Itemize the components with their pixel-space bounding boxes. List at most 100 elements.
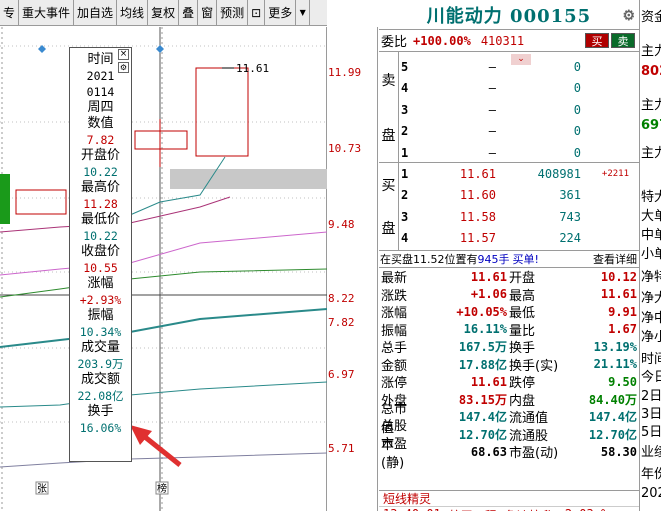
level-price: – [488, 102, 496, 117]
stat-row: 总手 167.5万 换手 13.19% [379, 338, 639, 357]
stat-key: 涨幅 [381, 306, 408, 322]
order-alert-volume: 945手 [477, 253, 510, 266]
weibi-row: 委比 +100.00% 410311 买 卖 [379, 30, 639, 52]
fund-flow-item: 时间 [641, 352, 661, 367]
toolbar-button-0[interactable]: 专 [0, 0, 20, 25]
settings-icon[interactable]: ⚙ [118, 62, 129, 73]
stat-value: 68.63 [470, 444, 507, 459]
candle-red [15, 189, 67, 215]
stock-title: 川能动力 000155 ⚙ [379, 0, 639, 30]
stat-key: 振幅 [381, 323, 408, 339]
level-volume: 0 [573, 124, 581, 139]
bottom-marker-label: 张 [37, 483, 47, 495]
level-number: 3 [401, 102, 409, 117]
chevron-down-icon[interactable]: ⌄ [511, 54, 531, 65]
price-axis-label: 7.82 [328, 316, 355, 329]
sell-level-row[interactable]: 5 – 0 [379, 56, 639, 78]
sell-level-row[interactable]: 1 – 0 [379, 142, 639, 164]
stat-value: 9.91 [608, 304, 637, 319]
buy-level-row[interactable]: 1 11.61 408981 +2211 [379, 163, 639, 185]
toolbar-button-3[interactable]: 均线 [117, 0, 149, 25]
price-axis-label: 11.99 [328, 66, 362, 79]
buy-level-row[interactable]: 4 11.57 224 [379, 228, 639, 250]
toolbar-button-8[interactable]: ⊡ [248, 0, 266, 25]
buy-book: 买盘 1 11.61 408981 +2211 2 11.60 361 3 11.58 743 4 1… [379, 163, 639, 251]
stat-key: 流通值 [509, 411, 549, 427]
weibi-percent: +100.00% [413, 33, 471, 48]
stat-value: 9.50 [608, 374, 637, 389]
fund-flow-panel: 资金主力 802 主力 697 主力特大大单中单小单净特净大净中净小时间今日 2日 3日 5日… [639, 0, 661, 511]
stat-key: 内盘 [509, 393, 536, 409]
stat-value: 83.15万 [458, 392, 507, 407]
ma-line-purple [0, 231, 327, 276]
ma-line-green [0, 268, 327, 298]
level-price: – [488, 124, 496, 139]
fund-flow-item: 小单 [641, 247, 661, 262]
kline-canvas: 11.61 张 榜 [0, 27, 327, 511]
stat-value: 58.30 [600, 444, 637, 459]
buy-level-row[interactable]: 2 11.60 361 [379, 185, 639, 207]
sell-button[interactable]: 卖 [611, 33, 635, 48]
stat-value: 11.61 [470, 374, 507, 389]
sell-level-row[interactable]: 4 – 0 [379, 78, 639, 100]
close-icon[interactable]: × [118, 49, 129, 60]
quote-panel: 川能动力 000155 ⚙ 委比 +100.00% 410311 买 卖 卖盘 … [379, 0, 639, 511]
level-number: 1 [401, 145, 409, 160]
toolbar-button-6[interactable]: 窗 [198, 0, 218, 25]
sell-side-label: 卖盘 [379, 52, 399, 162]
fund-flow-item: 净大 [641, 291, 661, 306]
sell-level-row[interactable]: 3 – 0 [379, 99, 639, 121]
level-volume: 224 [559, 231, 581, 246]
fund-flow-item: 资金 [641, 10, 661, 25]
candle-green [0, 174, 10, 224]
elf-row[interactable]: 13:40:01 航天工程 急速拉升 2.03 % [379, 507, 639, 511]
view-detail-link[interactable]: 查看详细 [593, 251, 637, 267]
level-change: +2211 [601, 168, 629, 179]
stat-value: 10.12 [600, 269, 637, 284]
stat-row: 涨跌 +1.06 最高 11.61 [379, 286, 639, 304]
chevron-down-icon[interactable]: ▼ [296, 0, 311, 25]
price-axis-label: 10.73 [328, 142, 362, 155]
fund-flow-item: 主力 [641, 146, 661, 161]
buy-level-row[interactable]: 3 11.58 743 [379, 206, 639, 228]
stat-key: 开盘 [509, 271, 536, 287]
fund-flow-item: 年份 [641, 467, 661, 482]
weibi-value: 410311 [480, 33, 525, 48]
stat-value: 147.4亿 [458, 410, 507, 425]
tooltip-value: 203.9万 [77, 357, 124, 371]
stat-row: 涨幅 +10.05% 最低 9.91 [379, 303, 639, 322]
toolbar-button-1[interactable]: 重大事件 [19, 0, 75, 25]
book-side-char: 买 [381, 177, 396, 194]
tooltip-label: 周四 [87, 100, 114, 115]
toolbar-button-9[interactable]: 更多 [265, 0, 297, 25]
tooltip-label: 数值 [87, 116, 114, 131]
sell-level-row[interactable]: 2 – 0 [379, 121, 639, 143]
order-alert-text: 在买盘11.52位置有 [380, 253, 478, 266]
toolbar-button-7[interactable]: 预测 [217, 0, 249, 25]
toolbar-button-5[interactable]: 叠 [179, 0, 199, 25]
toolbar-button-4[interactable]: 复权 [148, 0, 180, 25]
buy-button[interactable]: 买 [585, 33, 609, 48]
stat-value: 12.70亿 [588, 427, 637, 442]
book-side-char: 盘 [381, 221, 396, 238]
fund-flow-item: 主力 [641, 98, 661, 113]
level-volume: 0 [573, 102, 581, 117]
price-axis-label: 5.71 [328, 442, 355, 455]
level-volume: 743 [559, 209, 581, 224]
elf-time: 13:40:01 [383, 507, 441, 511]
short-line-elf: 短线精灵 13:40:01 航天工程 急速拉升 2.03 % [379, 490, 639, 511]
level-price: 11.57 [459, 231, 496, 246]
level-number: 5 [401, 59, 409, 74]
level-volume: 0 [573, 81, 581, 96]
stat-key: 涨停 [381, 376, 408, 392]
gear-icon[interactable]: ⚙ [622, 8, 636, 24]
stat-key: 市盈(静) [381, 436, 408, 471]
toolbar-button-2[interactable]: 加自选 [74, 0, 118, 25]
ma-line-teal [0, 308, 327, 348]
order-alert: 在买盘11.52位置有 945手 买单! 查看详细 [379, 251, 639, 268]
fund-flow-item: 2日 [641, 389, 661, 404]
tooltip-label: 开盘价 [80, 148, 120, 163]
kline-chart[interactable]: 11.61 张 榜 [0, 27, 327, 511]
stat-key: 量比 [509, 323, 536, 339]
stat-value: 17.88亿 [458, 357, 507, 372]
